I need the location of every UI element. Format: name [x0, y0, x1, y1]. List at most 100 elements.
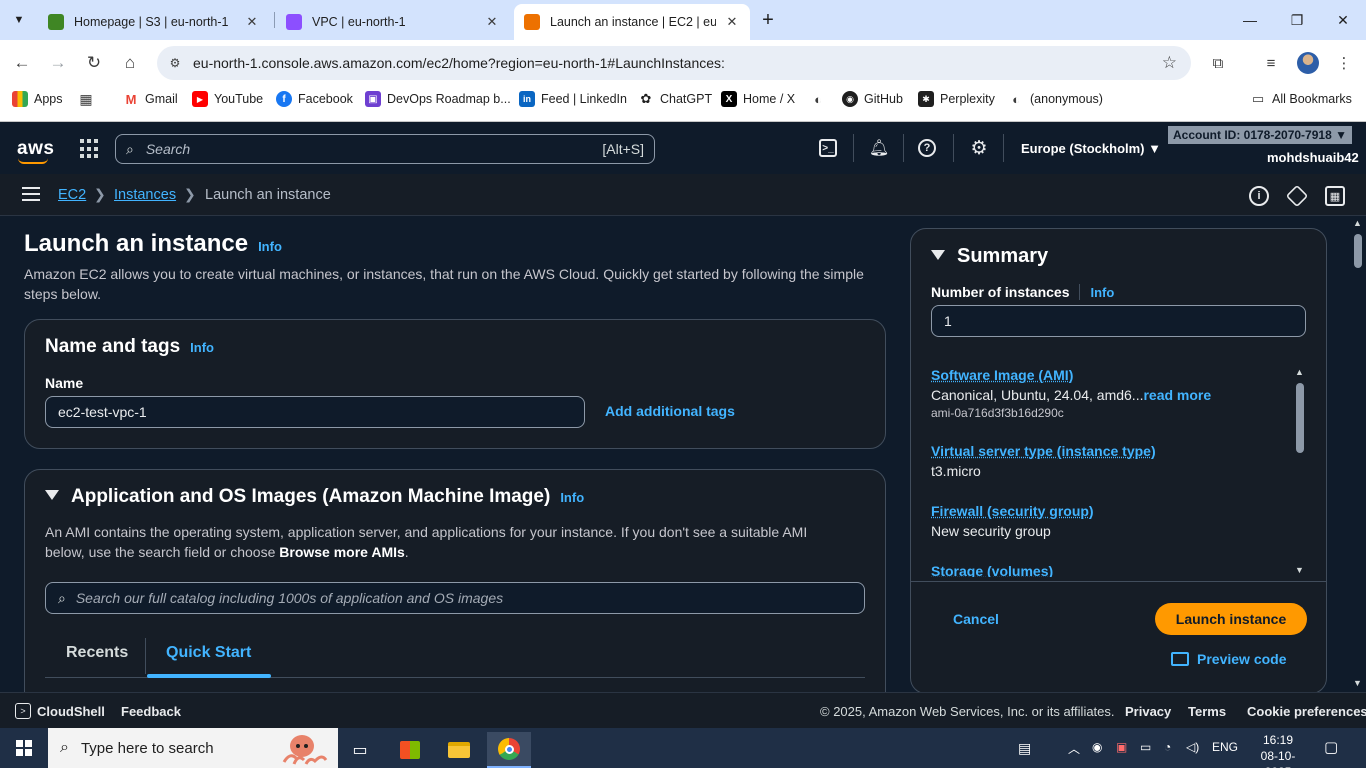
- instance-type-link[interactable]: Virtual server type (instance type): [931, 443, 1156, 459]
- tray-app-icon[interactable]: ▣: [1116, 740, 1127, 754]
- file-explorer-icon[interactable]: [437, 732, 481, 768]
- software-image-link[interactable]: Software Image (AMI): [931, 367, 1211, 383]
- tray-overflow-chevron-icon[interactable]: ︿: [1068, 740, 1080, 757]
- bookmark-github[interactable]: ◉ GitHub: [842, 91, 903, 107]
- profile-avatar[interactable]: [1297, 52, 1319, 74]
- site-info-icon[interactable]: ⚙: [165, 53, 185, 73]
- bookmark-youtube[interactable]: ▶ YouTube: [192, 91, 263, 107]
- task-view-icon[interactable]: ▭: [338, 732, 382, 768]
- collapse-caret-icon[interactable]: [931, 249, 945, 260]
- info-link[interactable]: Info: [190, 340, 214, 355]
- bookmark-devops-roadmap[interactable]: ▣ DevOps Roadmap b...: [365, 91, 511, 107]
- bookmark-facebook[interactable]: f Facebook: [276, 91, 353, 107]
- terms-link[interactable]: Terms: [1188, 704, 1226, 719]
- read-more-link[interactable]: read more: [1143, 387, 1211, 403]
- summary-scrollbar[interactable]: ▲ ▼: [1293, 367, 1307, 579]
- preview-code-button[interactable]: Preview code: [1171, 651, 1287, 667]
- back-arrow-icon[interactable]: ←: [10, 51, 34, 75]
- tray-app-icon[interactable]: ◉: [1092, 740, 1102, 754]
- feedback-link[interactable]: Feedback: [121, 704, 181, 719]
- media-control-icon[interactable]: ≡: [1260, 52, 1282, 74]
- account-id-menu[interactable]: Account ID: 0178-2070-7918 ▼: [1168, 126, 1352, 144]
- close-icon[interactable]: ✕: [484, 14, 500, 30]
- tools-panel-icon[interactable]: ▦: [1325, 186, 1345, 206]
- scroll-thumb[interactable]: [1296, 383, 1304, 453]
- panel-title[interactable]: Application and OS Images (Amazon Machin…: [45, 486, 584, 508]
- bookmark-globe[interactable]: ◐: [810, 91, 832, 107]
- extensions-icon[interactable]: ⧉: [1207, 52, 1229, 74]
- bookmark-chatgpt[interactable]: ✿ ChatGPT: [638, 91, 713, 107]
- scroll-down-icon[interactable]: ▼: [1295, 565, 1304, 575]
- info-link[interactable]: Info: [1090, 285, 1114, 300]
- chrome-menu-icon[interactable]: ⋮: [1333, 52, 1355, 74]
- browser-tab-s3[interactable]: Homepage | S3 | eu-north-1 ✕: [38, 4, 270, 40]
- info-circle-icon[interactable]: i: [1249, 186, 1269, 206]
- windows-start-icon[interactable]: [16, 740, 32, 756]
- minimize-icon[interactable]: —: [1238, 8, 1262, 32]
- scroll-up-icon[interactable]: ▲: [1295, 367, 1304, 377]
- region-selector[interactable]: Europe (Stockholm) ▼: [1021, 141, 1161, 156]
- aws-logo[interactable]: aws: [17, 138, 54, 160]
- url-text[interactable]: eu-north-1.console.aws.amazon.com/ec2/ho…: [193, 55, 725, 71]
- notification-center-icon[interactable]: ▢: [1324, 738, 1338, 756]
- side-nav-menu-icon[interactable]: [22, 187, 40, 201]
- aws-search-input[interactable]: ⌕ Search [Alt+S]: [115, 134, 655, 164]
- close-icon[interactable]: ✕: [244, 14, 260, 30]
- firewall-link[interactable]: Firewall (security group): [931, 503, 1094, 519]
- bookmark-star-icon[interactable]: ☆: [1162, 53, 1177, 73]
- bookmark-x[interactable]: X Home / X: [721, 91, 795, 107]
- cloudshell-icon[interactable]: >_: [819, 139, 837, 157]
- bookmark-apps[interactable]: Apps: [12, 91, 63, 107]
- taskbar-clock[interactable]: 16:19 08-10-2025: [1250, 732, 1306, 768]
- settings-gear-icon[interactable]: ⚙: [968, 137, 990, 159]
- breadcrumb-instances[interactable]: Instances: [114, 187, 176, 203]
- summary-title[interactable]: Summary: [931, 245, 1048, 268]
- restore-icon[interactable]: ❐: [1285, 8, 1309, 32]
- num-instances-input[interactable]: 1: [931, 305, 1306, 337]
- new-tab-plus-icon[interactable]: +: [758, 9, 778, 31]
- browser-tab-ec2[interactable]: Launch an instance | EC2 | eu-n ✕: [514, 4, 750, 40]
- notifications-bell-icon[interactable]: 🔔︎: [868, 137, 890, 159]
- scroll-down-icon[interactable]: ▼: [1353, 678, 1362, 688]
- page-info-link[interactable]: Info: [258, 239, 282, 254]
- info-link[interactable]: Info: [560, 490, 584, 505]
- window-close-icon[interactable]: ✕: [1331, 8, 1355, 32]
- cookie-preferences-link[interactable]: Cookie preferences: [1247, 704, 1366, 719]
- tab-recents[interactable]: Recents: [66, 644, 128, 662]
- keyboard-icon[interactable]: ▤: [1018, 740, 1031, 757]
- scroll-thumb[interactable]: [1354, 234, 1362, 268]
- browser-tab-vpc[interactable]: VPC | eu-north-1 ✕: [276, 4, 510, 40]
- breadcrumb-ec2[interactable]: EC2: [58, 187, 86, 203]
- forward-arrow-icon[interactable]: →: [46, 51, 70, 75]
- privacy-link[interactable]: Privacy: [1125, 704, 1171, 719]
- scroll-up-icon[interactable]: ▲: [1353, 218, 1362, 228]
- cloudshell-icon[interactable]: >: [15, 703, 31, 719]
- tab-search-chevron-icon[interactable]: ▼: [8, 9, 30, 31]
- reload-icon[interactable]: ↻: [82, 51, 106, 75]
- storage-link[interactable]: Storage (volumes): [931, 563, 1053, 577]
- notifications-panel-icon[interactable]: [1285, 184, 1309, 208]
- home-icon[interactable]: ⌂: [118, 51, 142, 75]
- username-menu[interactable]: mohdshuaib42: [1267, 150, 1359, 165]
- bookmark-gmail[interactable]: M Gmail: [123, 91, 178, 107]
- microsoft-store-icon[interactable]: [388, 732, 432, 768]
- wifi-icon[interactable]: ◔: [1164, 740, 1171, 754]
- battery-icon[interactable]: ▭: [1140, 740, 1151, 754]
- volume-icon[interactable]: ◁): [1186, 740, 1199, 754]
- ami-search-input[interactable]: ⌕ Search our full catalog including 1000…: [45, 582, 865, 614]
- chrome-taskbar-icon[interactable]: [487, 732, 531, 768]
- cloudshell-link[interactable]: CloudShell: [37, 704, 105, 719]
- cancel-button[interactable]: Cancel: [953, 611, 999, 627]
- close-icon[interactable]: ✕: [724, 14, 740, 30]
- collapse-caret-icon[interactable]: [45, 490, 59, 500]
- help-icon[interactable]: ?: [918, 139, 936, 157]
- language-indicator[interactable]: ENG: [1212, 740, 1238, 754]
- bookmark-perplexity[interactable]: ✱ Perplexity: [918, 91, 995, 107]
- name-input[interactable]: ec2-test-vpc-1: [45, 396, 585, 428]
- address-bar[interactable]: ⚙ eu-north-1.console.aws.amazon.com/ec2/…: [157, 46, 1191, 80]
- launch-instance-button[interactable]: Launch instance: [1155, 603, 1307, 635]
- add-additional-tags-link[interactable]: Add additional tags: [605, 403, 735, 419]
- bookmark-tab-groups[interactable]: ▦: [78, 91, 100, 107]
- page-scrollbar[interactable]: ▲ ▼: [1350, 216, 1366, 692]
- bookmark-linkedin[interactable]: in Feed | LinkedIn: [519, 91, 627, 107]
